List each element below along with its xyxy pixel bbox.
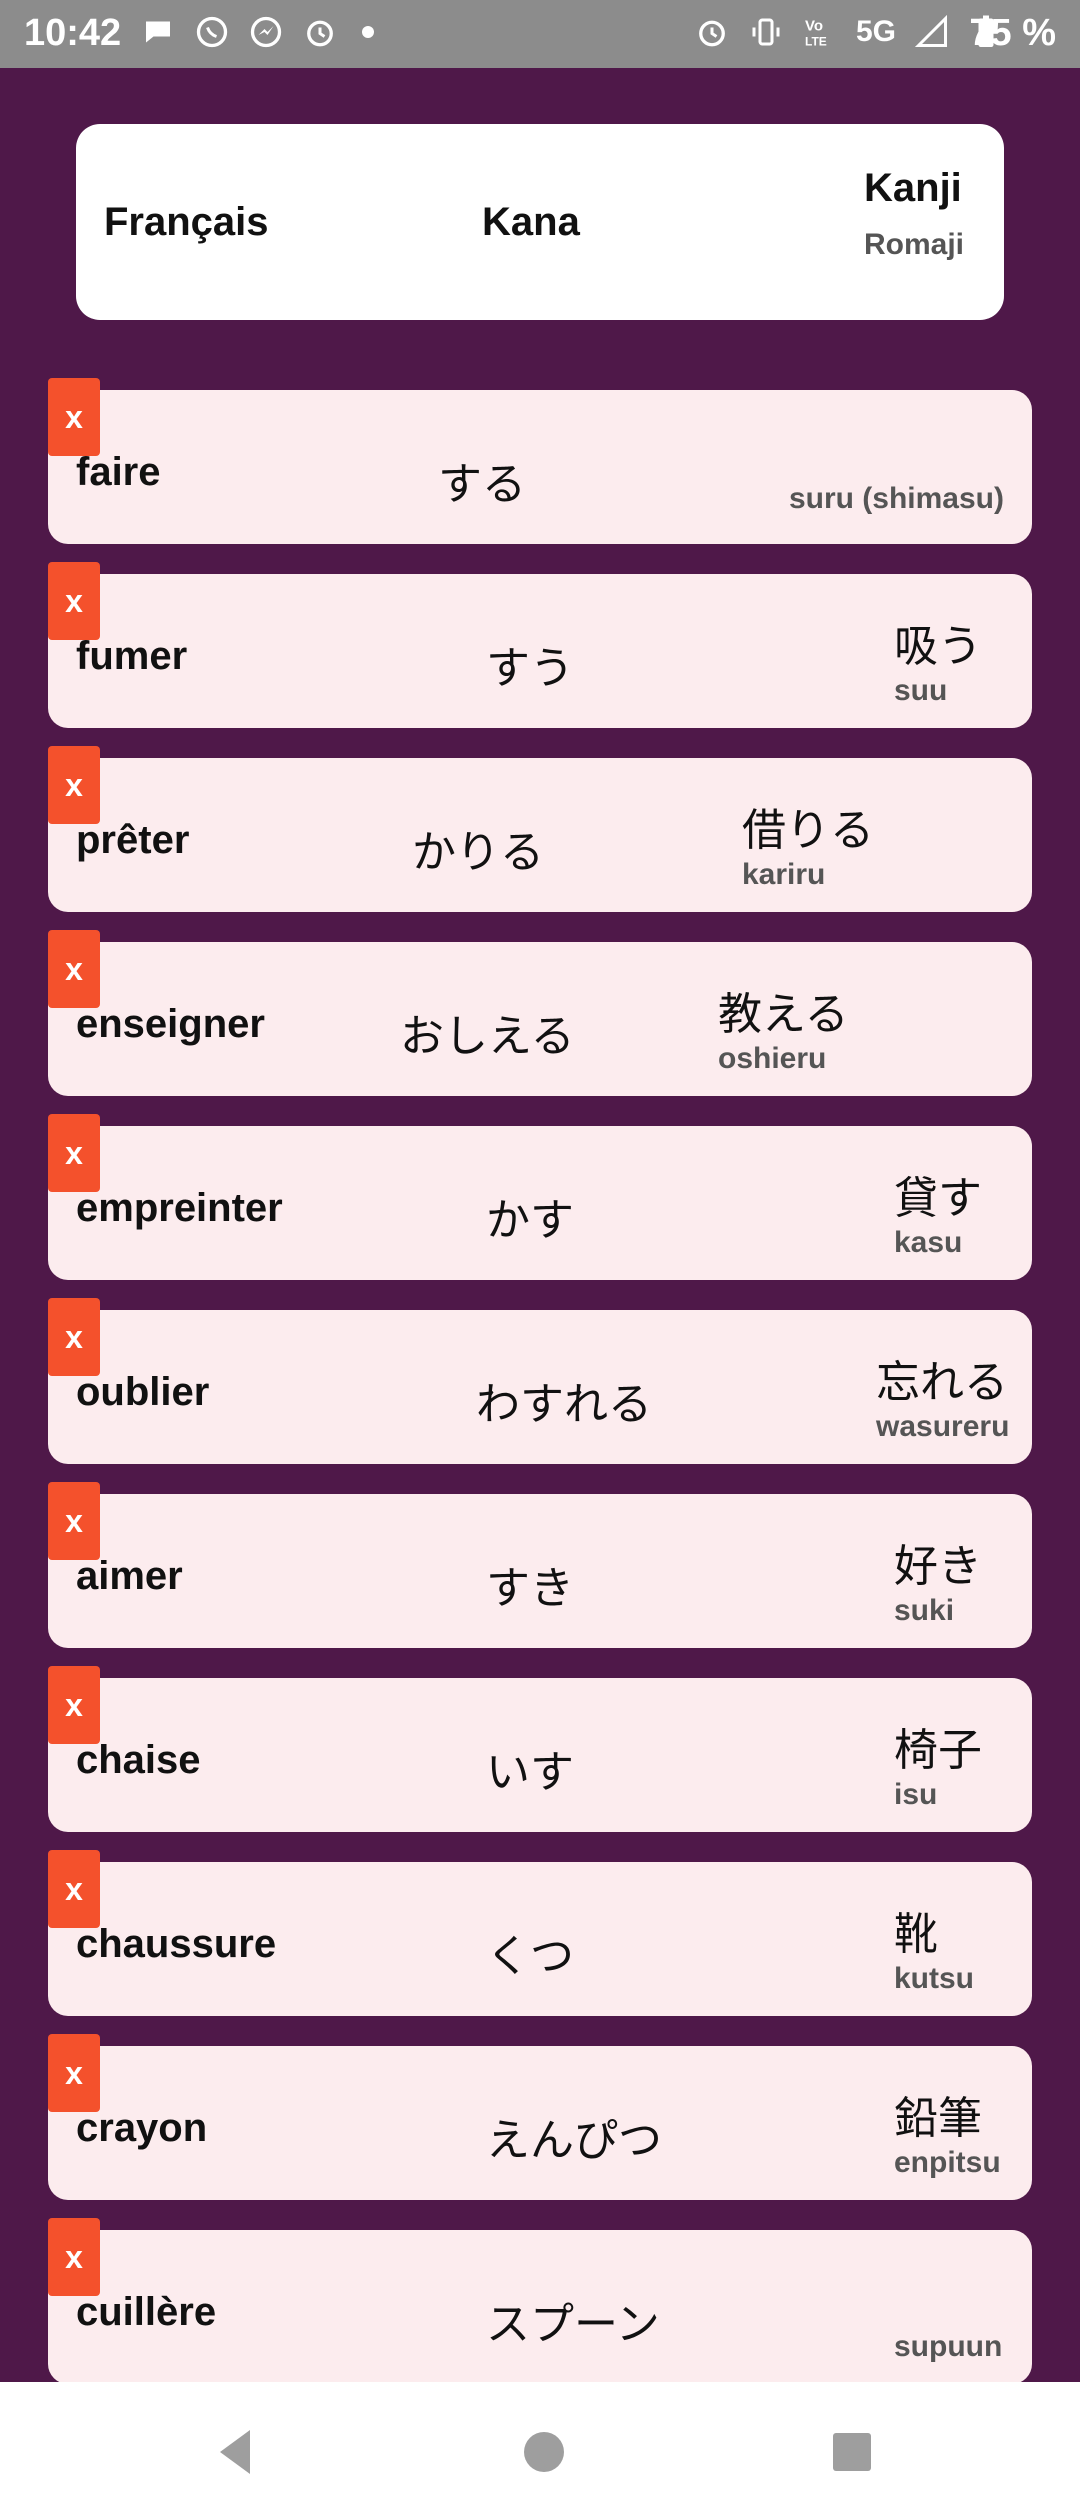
- word-kana: する: [438, 459, 526, 510]
- word-kana: すき: [486, 1563, 574, 1614]
- word-kana: えんぴつ: [486, 2115, 662, 2166]
- header-kana: Kana: [482, 200, 580, 244]
- list-item[interactable]: prêter かりる 借りる kariru: [48, 758, 1032, 912]
- delete-button[interactable]: x: [48, 562, 100, 640]
- word-kanji: 吸う: [894, 621, 982, 672]
- word-romaji: enpitsu: [894, 2146, 1001, 2179]
- word-kana: いす: [486, 1747, 574, 1798]
- word-romaji: kariru: [742, 858, 826, 891]
- delete-button[interactable]: x: [48, 1482, 100, 1560]
- header-romaji: Romaji: [864, 228, 965, 261]
- whatsapp-icon: [194, 14, 230, 50]
- word-francais: chaussure: [76, 1922, 277, 1966]
- list-item[interactable]: aimer すき 好き suki: [48, 1494, 1032, 1648]
- delete-button[interactable]: x: [48, 1298, 100, 1376]
- delete-button[interactable]: x: [48, 378, 100, 456]
- word-romaji: suru (shimasu): [788, 482, 1004, 515]
- delete-button[interactable]: x: [48, 1666, 100, 1744]
- word-romaji: suki: [894, 1594, 955, 1627]
- delete-button[interactable]: x: [48, 1850, 100, 1928]
- word-francais: prêter: [76, 818, 190, 862]
- volte-icon: Vo LTE: [802, 14, 838, 50]
- list-item[interactable]: enseigner おしえる 教える oshieru: [48, 942, 1032, 1096]
- home-icon[interactable]: [514, 2422, 574, 2482]
- signal-icon: [914, 14, 950, 50]
- svg-text:LTE: LTE: [805, 35, 827, 49]
- delete-button[interactable]: x: [48, 746, 100, 824]
- word-romaji: oshieru: [718, 1042, 827, 1075]
- battery-percent: 75 %: [969, 12, 1056, 54]
- word-francais: oublier: [76, 1370, 210, 1414]
- word-francais: enseigner: [76, 1002, 265, 1046]
- chat-bubble-icon: [140, 14, 176, 50]
- word-romaji: kutsu: [894, 1962, 975, 1995]
- word-romaji: suu: [894, 674, 948, 707]
- navigation-bar: [0, 2382, 1080, 2520]
- word-kanji: 靴: [894, 1909, 938, 1960]
- list-item[interactable]: crayon えんぴつ 鉛筆 enpitsu: [48, 2046, 1032, 2200]
- vocabulary-list[interactable]: faire する suru (shimasu) x fumer すう 吸う suu x prête…: [0, 378, 1080, 2382]
- word-romaji: supuun: [894, 2330, 1003, 2363]
- vibrate-icon: [748, 14, 784, 50]
- word-francais: cuillère: [76, 2290, 217, 2334]
- messenger-icon: [248, 14, 284, 50]
- word-francais: chaise: [76, 1738, 201, 1782]
- word-kana: くつ: [486, 1931, 574, 1982]
- delete-button[interactable]: x: [48, 2218, 100, 2296]
- word-kana: スプーン: [486, 2299, 660, 2350]
- list-item[interactable]: fumer すう 吸う suu: [48, 574, 1032, 728]
- status-notification-icons: [140, 14, 374, 50]
- list-item[interactable]: faire する suru (shimasu): [48, 390, 1032, 544]
- delete-button[interactable]: x: [48, 1114, 100, 1192]
- word-kana: おしえる: [400, 1011, 575, 1062]
- word-romaji: kasu: [894, 1226, 963, 1259]
- list-item[interactable]: oublier わすれる 忘れる wasureru: [48, 1310, 1032, 1464]
- word-kanji: 忘れる: [876, 1357, 1008, 1408]
- word-kanji: 借りる: [742, 805, 874, 856]
- list-item[interactable]: cuillère スプーン supuun: [48, 2230, 1032, 2382]
- list-item[interactable]: empreinter かす 貸す kasu: [48, 1126, 1032, 1280]
- word-francais: faire: [76, 450, 161, 494]
- svg-text:Vo: Vo: [805, 18, 823, 35]
- word-francais: fumer: [76, 634, 188, 678]
- recents-icon[interactable]: [822, 2422, 882, 2482]
- alarm-icon: [694, 14, 730, 50]
- word-kanji: 椅子: [894, 1725, 982, 1776]
- dot-icon: [362, 26, 374, 38]
- word-francais: aimer: [76, 1554, 183, 1598]
- status-time: 10:42: [24, 12, 122, 54]
- delete-button[interactable]: x: [48, 930, 100, 1008]
- word-francais: empreinter: [76, 1186, 283, 1230]
- header-francais: Français: [104, 200, 269, 244]
- word-francais: crayon: [76, 2106, 208, 2150]
- word-romaji: wasureru: [876, 1410, 1010, 1443]
- list-item[interactable]: chaise いす 椅子 isu: [48, 1678, 1032, 1832]
- word-kanji: 貸す: [894, 1173, 982, 1224]
- word-kanji: 好き: [894, 1541, 982, 1592]
- list-item[interactable]: chaussure くつ 靴 kutsu: [48, 1862, 1032, 2016]
- word-kanji: 教える: [718, 989, 849, 1040]
- word-kanji: 鉛筆: [894, 2093, 982, 2144]
- status-bar: 10:42 Vo LTE 5G 75 %: [0, 0, 1080, 68]
- back-icon[interactable]: [206, 2422, 266, 2482]
- alarm-icon: [302, 14, 338, 50]
- header-kanji: Kanji: [864, 166, 962, 210]
- word-kana: わすれる: [476, 1379, 652, 1430]
- word-romaji: isu: [894, 1778, 938, 1811]
- network-type: 5G: [855, 15, 896, 48]
- delete-button[interactable]: x: [48, 2034, 100, 2112]
- word-kana: かす: [486, 1195, 574, 1246]
- word-kana: すう: [486, 643, 574, 694]
- status-system-icons: Vo LTE 5G: [694, 14, 1004, 50]
- word-kana: かりる: [412, 827, 544, 878]
- column-header-card: Français Kana Kanji Romaji: [76, 124, 1004, 320]
